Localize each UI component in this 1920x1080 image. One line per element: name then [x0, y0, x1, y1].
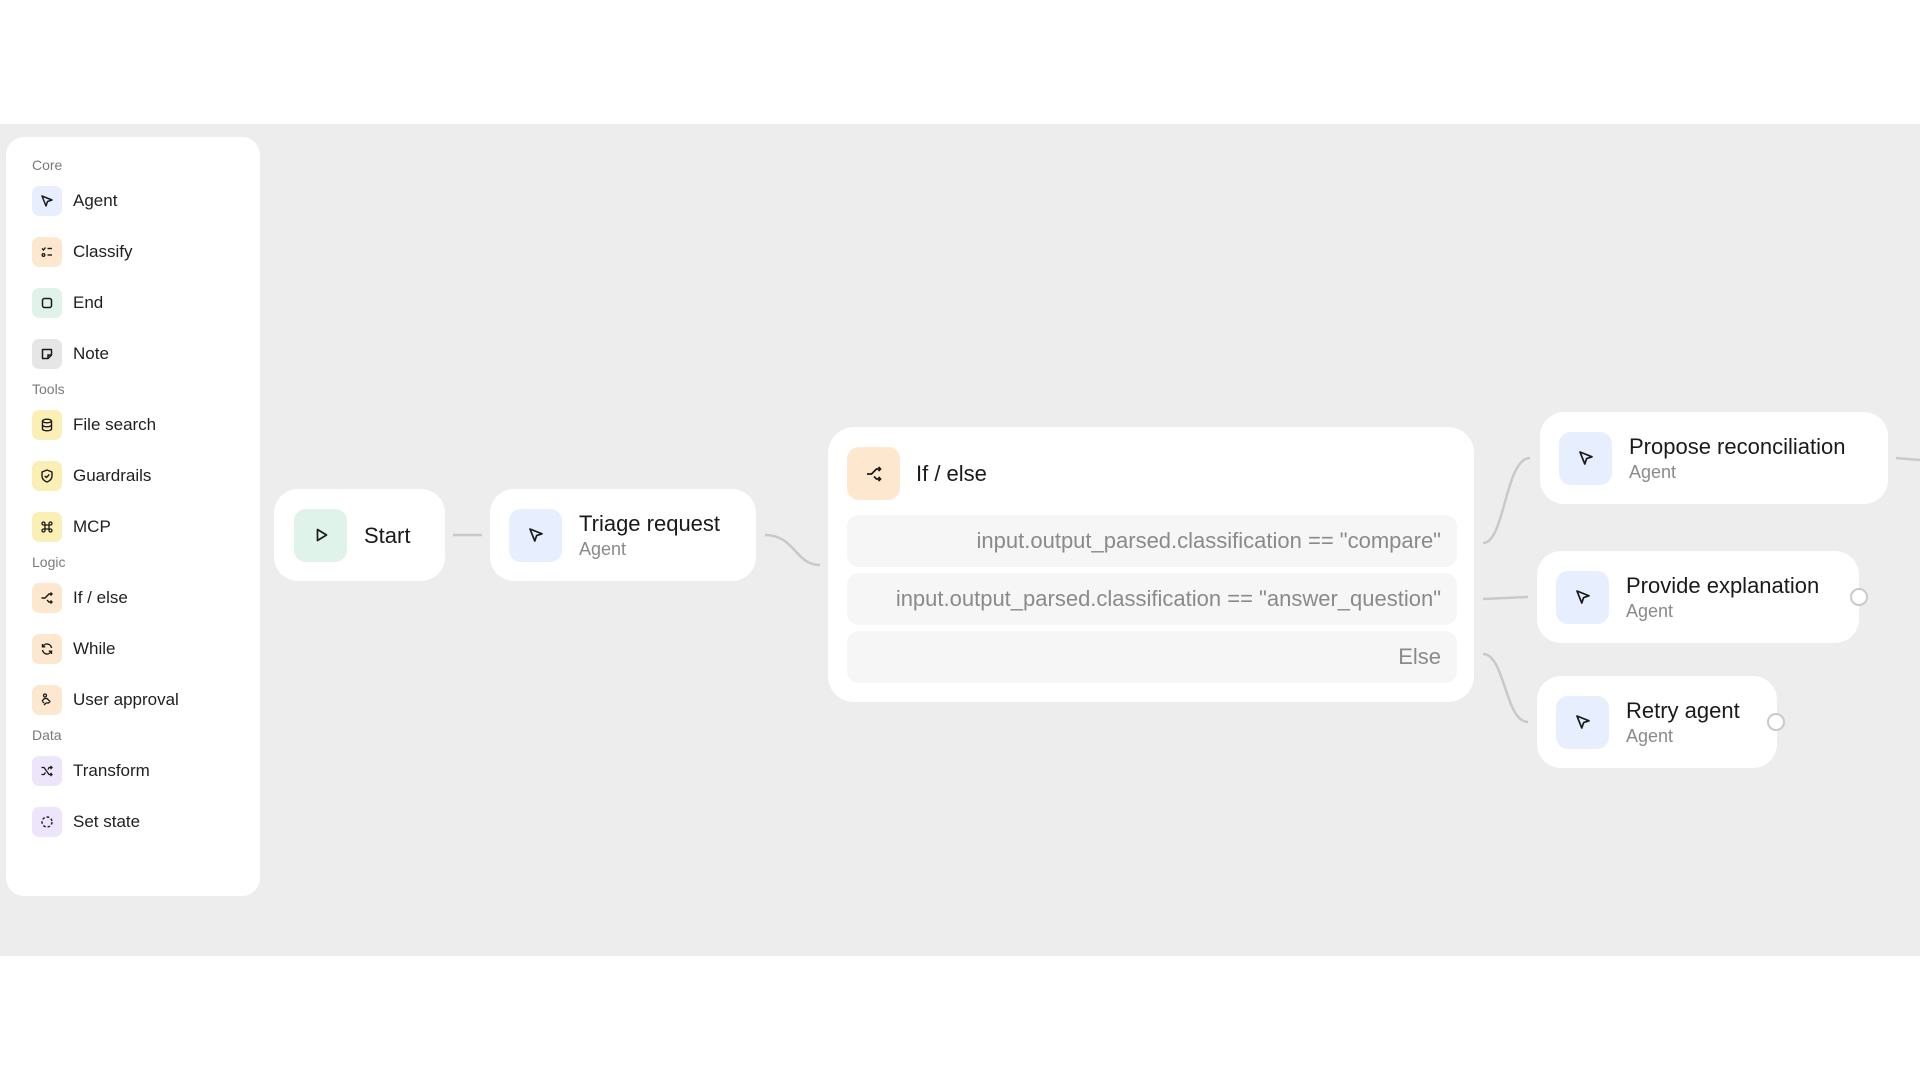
shield-check-icon: [32, 460, 62, 491]
palette-item-label: While: [73, 638, 116, 658]
palette-item-label: Set state: [73, 811, 141, 831]
agent-cursor-icon: [1556, 570, 1609, 624]
agent-cursor-icon: [509, 508, 562, 562]
section-label-core: Core: [32, 157, 63, 173]
palette-item-note[interactable]: Note: [26, 328, 260, 379]
if-else-header: If / else: [847, 447, 987, 500]
node-subtitle: Agent: [579, 538, 627, 559]
condition-answer-question[interactable]: input.output_parsed.classification == "a…: [847, 573, 1457, 625]
palette-item-if-else[interactable]: If / else: [26, 572, 260, 623]
branch-icon: [847, 447, 900, 500]
agent-cursor-icon: [1559, 431, 1612, 485]
palette-item-label: Agent: [73, 190, 118, 210]
node-subtitle: Agent: [1626, 600, 1674, 621]
node-if-else[interactable]: If / else input.output_parsed.classifica…: [828, 427, 1474, 702]
node-propose-reconciliation[interactable]: Propose reconciliation Agent: [1540, 412, 1888, 504]
command-icon: [32, 511, 62, 542]
palette-item-classify[interactable]: Classify: [26, 226, 260, 277]
section-label-logic: Logic: [32, 554, 66, 570]
node-title: Provide explanation: [1626, 572, 1820, 598]
palette-item-label: End: [73, 292, 104, 312]
palette-item-mcp[interactable]: MCP: [26, 501, 260, 552]
palette-item-file-search[interactable]: File search: [26, 399, 260, 450]
node-title: Start: [364, 522, 411, 548]
palette-item-user-approval[interactable]: User approval: [26, 674, 260, 725]
note-sticky-icon: [32, 338, 62, 369]
node-title: Propose reconciliation: [1629, 433, 1846, 459]
section-label-data: Data: [32, 727, 62, 743]
palette-item-label: Guardrails: [73, 465, 152, 485]
node-title: Retry agent: [1626, 697, 1740, 723]
palette-item-set-state[interactable]: Set state: [26, 796, 260, 847]
agent-cursor-icon: [1556, 695, 1609, 749]
palette-item-label: File search: [73, 414, 157, 434]
node-subtitle: Agent: [1629, 461, 1677, 482]
shuffle-icon: [32, 755, 62, 786]
play-icon: [294, 508, 347, 562]
node-title: If / else: [916, 460, 987, 486]
end-square-icon: [32, 287, 62, 318]
output-port-provide-explanation[interactable]: [1850, 588, 1868, 606]
node-provide-explanation[interactable]: Provide explanation Agent: [1537, 551, 1859, 643]
node-palette: Core Agent Classify End Note Tools File …: [6, 137, 260, 896]
branch-icon: [32, 582, 62, 613]
agent-cursor-icon: [32, 185, 62, 216]
node-start[interactable]: Start: [274, 489, 445, 581]
palette-item-agent[interactable]: Agent: [26, 175, 260, 226]
palette-item-while[interactable]: While: [26, 623, 260, 674]
node-title: Triage request: [579, 510, 721, 536]
hand-approval-icon: [32, 684, 62, 715]
section-label-tools: Tools: [32, 381, 65, 397]
palette-item-transform[interactable]: Transform: [26, 745, 260, 796]
palette-item-guardrails[interactable]: Guardrails: [26, 450, 260, 501]
output-port-retry-agent[interactable]: [1767, 713, 1785, 731]
loop-icon: [32, 633, 62, 664]
palette-item-label: If / else: [73, 587, 128, 607]
palette-item-label: User approval: [73, 689, 179, 709]
condition-else[interactable]: Else: [847, 631, 1457, 683]
database-icon: [32, 409, 62, 440]
classify-list-icon: [32, 236, 62, 267]
palette-item-label: Transform: [73, 760, 150, 780]
node-triage-request[interactable]: Triage request Agent: [490, 489, 756, 581]
palette-item-label: MCP: [73, 516, 111, 536]
palette-item-label: Note: [73, 343, 109, 363]
condition-compare[interactable]: input.output_parsed.classification == "c…: [847, 515, 1457, 567]
dashed-circle-icon: [32, 806, 62, 837]
palette-item-label: Classify: [73, 241, 133, 261]
node-retry-agent[interactable]: Retry agent Agent: [1537, 676, 1777, 768]
palette-item-end[interactable]: End: [26, 277, 260, 328]
node-subtitle: Agent: [1626, 725, 1674, 746]
